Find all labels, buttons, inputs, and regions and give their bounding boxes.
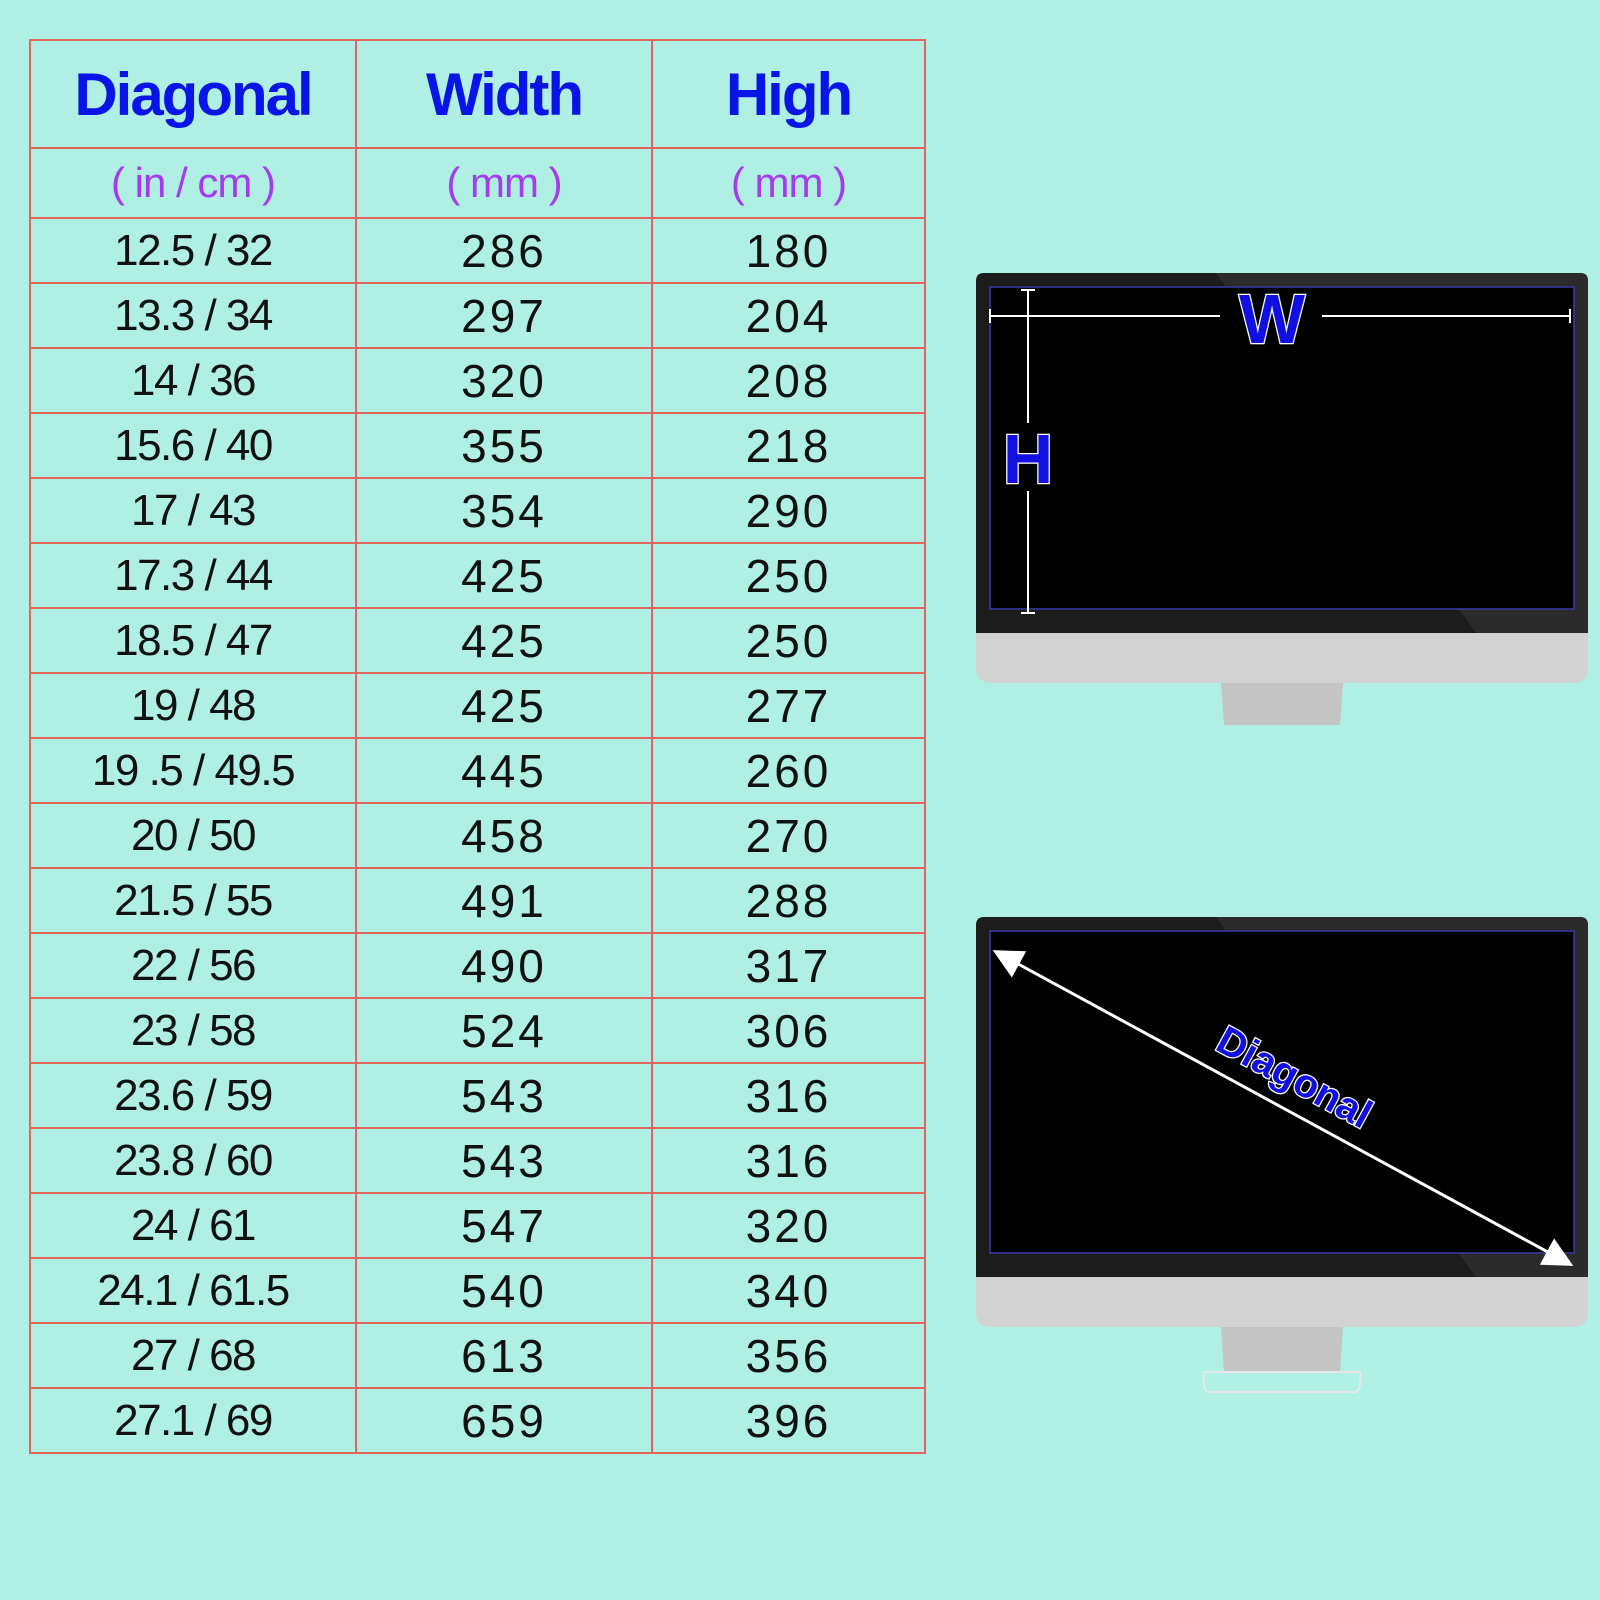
table-row: 21.5 / 55 491 288 [29,867,926,934]
table-row: 23.8 / 60 543 316 [29,1127,926,1194]
cell-diagonal: 12.5 / 32 [29,217,357,284]
cell-diagonal: 15.6 / 40 [29,412,357,479]
cell-high: 316 [651,1062,926,1129]
cell-width: 320 [355,347,653,414]
cell-width: 547 [355,1192,653,1259]
cell-high: 320 [651,1192,926,1259]
cell-high: 250 [651,607,926,674]
cell-diagonal: 19 / 48 [29,672,357,739]
cell-high: 277 [651,672,926,739]
cell-diagonal: 18.5 / 47 [29,607,357,674]
table-row: 13.3 / 34 297 204 [29,282,926,349]
cell-high: 290 [651,477,926,544]
cell-width: 425 [355,607,653,674]
header-row: Diagonal Width High [29,39,926,149]
table-row: 12.5 / 32 286 180 [29,217,926,284]
cell-high: 340 [651,1257,926,1324]
cell-high: 317 [651,932,926,999]
table-row: 27.1 / 69 659 396 [29,1387,926,1454]
cell-diagonal: 22 / 56 [29,932,357,999]
cell-diagonal: 27.1 / 69 [29,1387,357,1454]
cell-high: 306 [651,997,926,1064]
cell-high: 356 [651,1322,926,1389]
cell-diagonal: 17 / 43 [29,477,357,544]
cell-high: 208 [651,347,926,414]
table-row: 23 / 58 524 306 [29,997,926,1064]
size-table: Diagonal Width High ( in / cm ) ( mm ) (… [29,39,926,1454]
table-row: 24.1 / 61.5 540 340 [29,1257,926,1324]
unit-width: ( mm ) [355,147,653,219]
cell-high: 288 [651,867,926,934]
cell-diagonal: 27 / 68 [29,1322,357,1389]
monitor-diagonal-diagram: Diagonal [976,917,1588,1407]
unit-diagonal: ( in / cm ) [29,147,357,219]
cell-diagonal: 24 / 61 [29,1192,357,1259]
cell-high: 260 [651,737,926,804]
cell-width: 524 [355,997,653,1064]
cell-width: 425 [355,672,653,739]
cell-width: 543 [355,1062,653,1129]
cell-width: 286 [355,217,653,284]
table-row: 18.5 / 47 425 250 [29,607,926,674]
cell-diagonal: 23 / 58 [29,997,357,1064]
height-label: H [1003,420,1054,498]
cell-diagonal: 21.5 / 55 [29,867,357,934]
unit-high: ( mm ) [651,147,926,219]
cell-diagonal: 23.8 / 60 [29,1127,357,1194]
table-row: 20 / 50 458 270 [29,802,926,869]
cell-high: 218 [651,412,926,479]
cell-width: 659 [355,1387,653,1454]
table-row: 23.6 / 59 543 316 [29,1062,926,1129]
cell-width: 355 [355,412,653,479]
cell-diagonal: 20 / 50 [29,802,357,869]
table-row: 27 / 68 613 356 [29,1322,926,1389]
cell-width: 543 [355,1127,653,1194]
cell-width: 445 [355,737,653,804]
width-label: W [1239,280,1305,358]
header-width: Width [355,39,653,149]
cell-width: 491 [355,867,653,934]
cell-width: 613 [355,1322,653,1389]
cell-diagonal: 23.6 / 59 [29,1062,357,1129]
cell-high: 270 [651,802,926,869]
monitor-wh-diagram: W H [976,273,1588,733]
table-row: 22 / 56 490 317 [29,932,926,999]
cell-high: 396 [651,1387,926,1454]
cell-diagonal: 19 .5 / 49.5 [29,737,357,804]
table-row: 24 / 61 547 320 [29,1192,926,1259]
table-row: 19 .5 / 49.5 445 260 [29,737,926,804]
cell-width: 458 [355,802,653,869]
cell-high: 250 [651,542,926,609]
table-row: 19 / 48 425 277 [29,672,926,739]
header-high: High [651,39,926,149]
cell-width: 540 [355,1257,653,1324]
cell-high: 204 [651,282,926,349]
cell-diagonal: 14 / 36 [29,347,357,414]
cell-width: 354 [355,477,653,544]
cell-width: 425 [355,542,653,609]
cell-high: 316 [651,1127,926,1194]
cell-diagonal: 17.3 / 44 [29,542,357,609]
header-diagonal: Diagonal [29,39,357,149]
table-row: 14 / 36 320 208 [29,347,926,414]
cell-high: 180 [651,217,926,284]
table-row: 15.6 / 40 355 218 [29,412,926,479]
cell-diagonal: 24.1 / 61.5 [29,1257,357,1324]
cell-diagonal: 13.3 / 34 [29,282,357,349]
unit-row: ( in / cm ) ( mm ) ( mm ) [29,147,926,219]
cell-width: 297 [355,282,653,349]
table-row: 17 / 43 354 290 [29,477,926,544]
cell-width: 490 [355,932,653,999]
table-row: 17.3 / 44 425 250 [29,542,926,609]
